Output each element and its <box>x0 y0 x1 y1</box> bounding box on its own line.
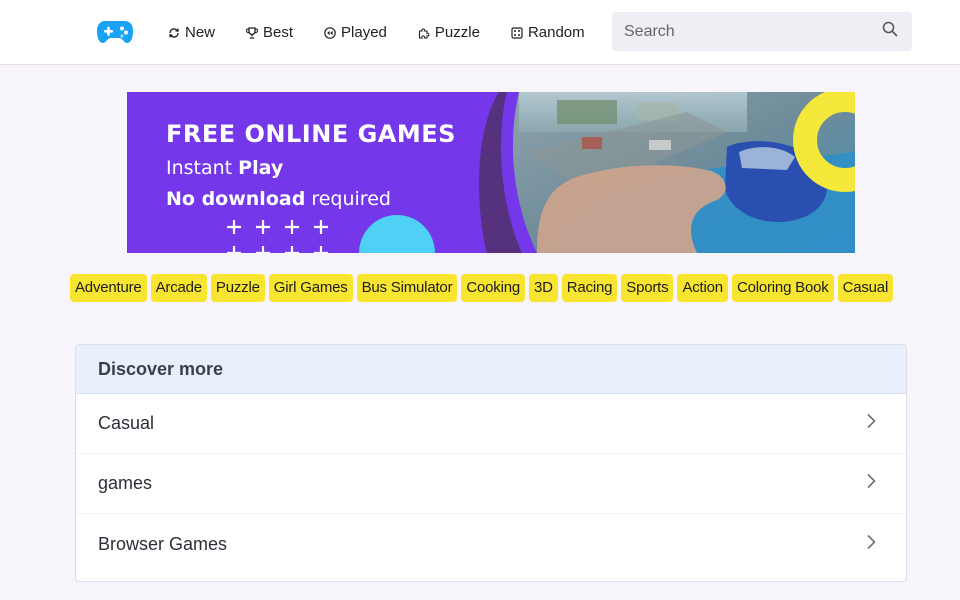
banner-text: required <box>305 188 391 210</box>
search-box <box>612 12 912 51</box>
category-chip-bus-simulator[interactable]: Bus Simulator <box>356 274 458 302</box>
nav-item-label: Puzzle <box>434 23 480 41</box>
category-chip-cooking[interactable]: Cooking <box>461 274 526 302</box>
discover-item-casual[interactable]: Casual <box>76 394 906 454</box>
puzzle-icon <box>418 26 430 39</box>
nav-item-puzzle[interactable]: Puzzle <box>418 24 480 41</box>
banner-text: Instant <box>166 157 239 179</box>
discover-item-label: Browser Games <box>98 533 228 554</box>
nav-item-best[interactable]: Best <box>245 23 294 41</box>
dice-icon <box>511 26 523 39</box>
category-chip-arcade[interactable]: Arcade <box>150 274 207 302</box>
search-icon <box>882 21 898 42</box>
chevron-right-icon <box>866 534 876 555</box>
banner-text-bold: No download <box>166 188 306 210</box>
gamepad-icon[interactable] <box>96 19 134 45</box>
trophy-icon <box>245 26 259 39</box>
search-input[interactable] <box>612 12 868 51</box>
nav-item-new[interactable]: New <box>168 24 215 41</box>
category-chip-action[interactable]: Action <box>677 274 728 302</box>
category-chips: Adventure Arcade Puzzle Girl Games Bus S… <box>70 274 897 302</box>
discover-item-label: Casual <box>98 413 155 433</box>
category-chip-racing[interactable]: Racing <box>561 274 618 302</box>
category-chip-casual[interactable]: Casual <box>837 274 894 302</box>
discover-more-panel: Discover more Casual games Browser Games <box>75 344 907 582</box>
category-chip-coloring-book[interactable]: Coloring Book <box>731 274 834 302</box>
discover-title: Discover more <box>76 345 906 394</box>
nav-item-played[interactable]: Played <box>324 24 387 41</box>
banner-subline: Instant Play <box>166 157 283 179</box>
main-nav: New Best Played Puzzle Random <box>168 0 616 64</box>
search-button[interactable] <box>868 12 912 51</box>
discover-item-browser-games[interactable]: Browser Games <box>76 514 906 574</box>
nav-item-label: New <box>185 23 216 41</box>
category-chip-sports[interactable]: Sports <box>621 274 674 302</box>
category-chip-adventure[interactable]: Adventure <box>70 274 147 302</box>
discover-item-games[interactable]: games <box>76 454 906 514</box>
refresh-icon <box>168 26 180 38</box>
banner-subline: No download required <box>166 188 391 210</box>
discover-item-label: games <box>98 473 153 493</box>
nav-item-label: Random <box>527 23 585 41</box>
category-chip-girl-games[interactable]: Girl Games <box>268 274 353 302</box>
banner-text-bold: Play <box>238 157 284 179</box>
nav-item-label: Played <box>341 23 387 41</box>
nav-item-label: Best <box>263 23 294 41</box>
chevron-right-icon <box>866 413 876 434</box>
nav-item-random[interactable]: Random <box>511 24 585 41</box>
banner-headline: FREE ONLINE GAMES <box>166 120 456 148</box>
top-navigation-bar: New Best Played Puzzle Random <box>0 0 960 65</box>
chevron-right-icon <box>866 473 876 494</box>
category-chip-3d[interactable]: 3D <box>529 274 558 302</box>
rewind-icon <box>324 26 336 39</box>
promo-banner[interactable]: FREE ONLINE GAMES Instant Play No downlo… <box>127 92 855 253</box>
category-chip-puzzle[interactable]: Puzzle <box>210 274 265 302</box>
